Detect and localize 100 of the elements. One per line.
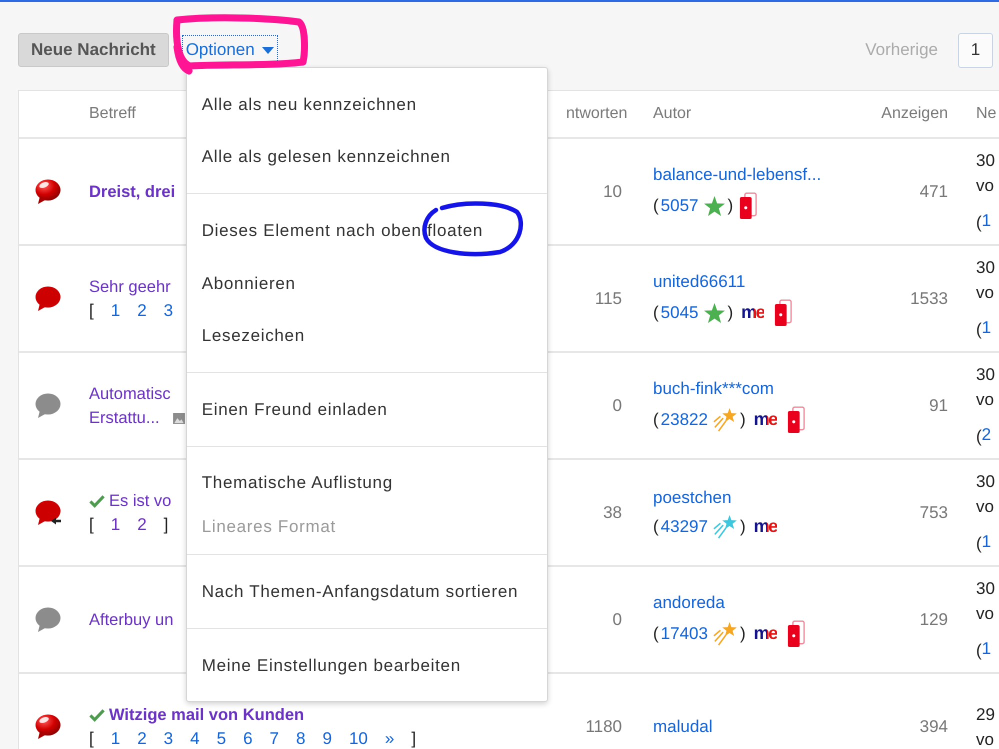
bracket-text: ( (976, 212, 982, 234)
page-link[interactable]: 3 (164, 727, 174, 749)
topic-title-link[interactable]: Witzige mail von Kunden (109, 703, 304, 727)
phone-icon (786, 620, 805, 648)
page-link[interactable]: 1 (110, 727, 120, 749)
bracket-text: [ (89, 728, 94, 749)
last-post-text: 29 (976, 704, 995, 726)
bracket-text: ) (740, 516, 746, 536)
menu-item[interactable]: Thematische Auflistung (186, 456, 547, 510)
view-count: 129 (920, 610, 948, 628)
bracket-text: [ (89, 514, 94, 536)
last-post-text: 30 (976, 471, 995, 493)
menu-item[interactable]: Dieses Element nach oben floaten (186, 204, 547, 257)
author-link[interactable]: balance-und-lebensf... (653, 164, 822, 186)
bracket-text: ( (653, 624, 659, 644)
options-button[interactable]: Optionen (182, 35, 278, 65)
page-link[interactable]: 9 (322, 727, 332, 749)
view-count: 471 (920, 182, 948, 200)
score-link[interactable]: 43297 (660, 516, 708, 538)
view-count: 1533 (910, 288, 948, 308)
bracket-text: ) (728, 302, 734, 322)
page-link[interactable]: 3 (164, 299, 174, 322)
last-post-text: vo (976, 175, 994, 197)
score-link[interactable]: 23822 (660, 408, 708, 430)
last-post-text: vo (976, 282, 994, 304)
column-header[interactable]: Anzeigen (853, 105, 963, 123)
reply-count: 38 (603, 502, 622, 522)
last-post-text: vo (976, 603, 994, 625)
menu-item[interactable]: Alle als neu kennzeichnen (186, 78, 547, 131)
bracket-text: ( (653, 302, 659, 322)
page-link[interactable]: 5 (216, 727, 226, 749)
score-link[interactable]: 5057 (660, 194, 698, 216)
reply-count: 1180 (585, 716, 622, 736)
bracket-text: ) (728, 196, 734, 216)
last-post-text: vo (976, 389, 994, 411)
page-link[interactable]: 2 (137, 727, 147, 749)
page-link[interactable]: 1 (110, 299, 120, 322)
bracket-text: ( (653, 516, 659, 536)
phone-icon (739, 192, 758, 220)
last-post-text: 30 (976, 578, 995, 600)
topic-title-link[interactable]: Sehr geehr (89, 275, 171, 299)
page-link[interactable]: 6 (243, 727, 253, 749)
author-link[interactable]: andoreda (653, 592, 725, 614)
author-link[interactable]: poestchen (653, 486, 732, 508)
page-number-field[interactable]: 1 (958, 32, 993, 68)
topic-title-link[interactable]: Es ist vo (109, 489, 172, 513)
topic-title-link[interactable]: Afterbuy un (89, 608, 174, 632)
last-post-text: 30 (976, 364, 995, 386)
author-link[interactable]: maludal (653, 716, 713, 738)
bracket-text: ) (740, 624, 746, 644)
menu-item[interactable]: Meine Einstellungen bearbeiten (186, 638, 547, 692)
bracket-text: [ (89, 300, 94, 322)
column-header[interactable]: ntworten (566, 105, 638, 123)
bracket-text: ( (976, 533, 982, 555)
score-link[interactable]: 5045 (660, 302, 698, 324)
bracket-text: ( (976, 426, 982, 448)
last-post-link[interactable]: 1 (982, 638, 992, 663)
last-post-link[interactable]: 1 (982, 210, 992, 235)
view-count: 753 (920, 502, 948, 522)
menu-item[interactable]: Einen Freund einladen (186, 382, 547, 436)
last-post-text: 30 (976, 257, 995, 279)
last-post-text: vo (976, 728, 994, 749)
view-count: 394 (920, 716, 948, 736)
last-post-link[interactable]: 1 (982, 317, 992, 342)
page-link[interactable]: 8 (296, 727, 306, 749)
topic-title-link[interactable]: Dreist, drei (89, 180, 176, 204)
bracket-text: ] (411, 728, 416, 749)
page-link[interactable]: 2 (137, 299, 147, 322)
bracket-text: ( (653, 196, 659, 216)
last-post-text: vo (976, 496, 994, 518)
page-link[interactable]: 2 (137, 513, 147, 536)
bracket-text: ] (164, 514, 168, 536)
page-link[interactable]: 4 (190, 727, 200, 749)
reply-count: 0 (612, 610, 622, 628)
menu-item[interactable]: Nach Themen-Anfangsdatum sortieren (186, 565, 547, 618)
bracket-text: ( (653, 410, 659, 430)
column-header[interactable]: Autor (638, 105, 853, 123)
menu-item[interactable]: Lesezeichen (186, 309, 547, 362)
phone-icon (786, 406, 805, 434)
reply-count: 115 (594, 288, 622, 308)
menu-item[interactable]: Alle als gelesen kennzeichnen (186, 130, 547, 184)
author-link[interactable]: united66611 (653, 270, 746, 292)
last-post-link[interactable]: 2 (982, 424, 992, 449)
column-header[interactable]: Ne (963, 105, 999, 123)
reply-count: 10 (603, 182, 622, 200)
page-link[interactable]: 10 (348, 727, 368, 749)
caret-icon (262, 46, 274, 54)
menu-item[interactable]: Abonnieren (186, 256, 547, 310)
bracket-text: ( (976, 319, 982, 341)
last-post-link[interactable]: 1 (982, 531, 992, 556)
page-link[interactable]: 7 (270, 727, 280, 749)
bracket-text: ( (976, 640, 982, 662)
page-link[interactable]: » (384, 727, 394, 749)
phone-icon (774, 298, 792, 326)
author-link[interactable]: buch-fink***com (653, 378, 774, 400)
bracket-text: ) (740, 410, 746, 430)
new-message-button[interactable]: Neue Nachricht (18, 33, 169, 67)
page-link[interactable]: 1 (110, 513, 120, 536)
topic-title-link[interactable]: Automatisc Erstattu... (89, 382, 171, 430)
score-link[interactable]: 17403 (660, 622, 708, 644)
